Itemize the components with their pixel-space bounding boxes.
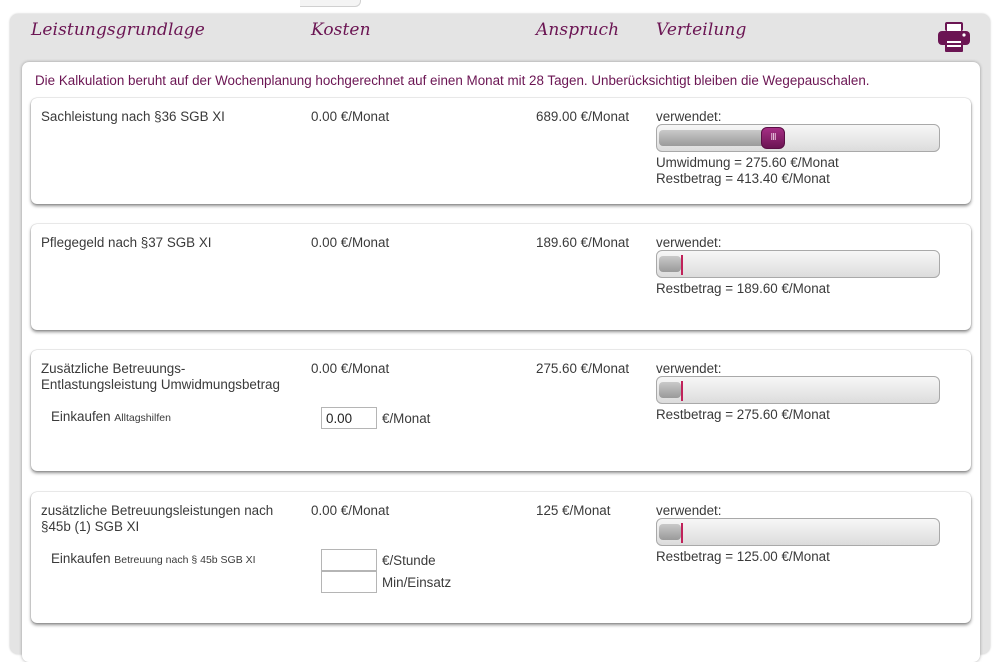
remaining-amount: Restbetrag = 189.60 €/Monat [656, 281, 830, 296]
slider-fill [659, 524, 681, 540]
card-title-line2: §45b (1) SGB XI [41, 519, 140, 534]
distribution-slider[interactable] [656, 250, 940, 278]
header-basis: Leistungsgrundlage [31, 20, 205, 40]
distribution-slider[interactable] [656, 518, 940, 546]
slider-fill [659, 130, 773, 146]
used-label: verwendet: [656, 109, 722, 124]
service-item-label: Einkaufen Alltagshilfen [51, 409, 171, 426]
card-title-line2: Entlastungsleistung Umwidmungsbetrag [41, 377, 280, 392]
used-label: verwendet: [656, 503, 722, 518]
slider-handle[interactable] [681, 381, 683, 401]
service-item-category: Alltagshilfen [114, 412, 171, 424]
service-item-name: Einkaufen [51, 551, 111, 566]
hourly-rate-input[interactable] [321, 549, 377, 571]
calculation-info: Die Kalkulation beruht auf der Wochenpla… [35, 73, 870, 88]
slider-handle[interactable]: III [761, 127, 785, 149]
header-distribution: Verteilung [656, 20, 747, 40]
distribution-slider[interactable]: III [656, 124, 940, 152]
service-item-name: Einkaufen [51, 409, 111, 424]
minutes-per-visit-input[interactable] [321, 571, 377, 593]
service-item-category: Betreuung nach § 45b SGB XI [114, 554, 256, 566]
card-title-line1: zusätzliche Betreuungsleistungen nach [41, 503, 274, 518]
distribution-slider[interactable] [656, 376, 940, 404]
printer-icon [938, 22, 970, 52]
card-claim: 275.60 €/Monat [536, 361, 630, 376]
card-cost: 0.00 €/Monat [311, 503, 390, 518]
card-title: Sachleistung nach §36 SGB XI [41, 109, 225, 124]
hourly-rate-unit: €/Stunde [382, 553, 436, 568]
card-cost: 0.00 €/Monat [311, 109, 390, 124]
conversion-amount: Umwidmung = 275.60 €/Monat [656, 155, 839, 170]
used-label: verwendet: [656, 361, 722, 376]
slider-handle[interactable] [681, 255, 683, 275]
monthly-unit: €/Monat [382, 411, 431, 426]
used-label: verwendet: [656, 235, 722, 250]
card-claim: 689.00 €/Monat [536, 109, 630, 124]
slider-fill [659, 256, 681, 272]
remaining-amount: Restbetrag = 413.40 €/Monat [656, 171, 830, 186]
card-cost: 0.00 €/Monat [311, 361, 390, 376]
card-title-line1: Zusätzliche Betreuungs- [41, 361, 186, 376]
header-claim: Anspruch [536, 20, 620, 40]
minutes-per-visit-unit: Min/Einsatz [382, 575, 452, 590]
print-button[interactable] [937, 20, 971, 54]
slider-fill [659, 382, 681, 398]
card-title: Pflegegeld nach §37 SGB XI [41, 235, 212, 250]
remaining-amount: Restbetrag = 125.00 €/Monat [656, 549, 830, 564]
header-costs: Kosten [311, 20, 371, 40]
card-claim: 125 €/Monat [536, 503, 611, 518]
service-item-label: Einkaufen Betreuung nach § 45b SGB XI [51, 551, 256, 568]
card-claim: 189.60 €/Monat [536, 235, 630, 250]
top-tab-edge [300, 0, 361, 7]
monthly-amount-input[interactable] [321, 407, 377, 429]
card-cost: 0.00 €/Monat [311, 235, 390, 250]
remaining-amount: Restbetrag = 275.60 €/Monat [656, 407, 830, 422]
slider-handle[interactable] [681, 523, 683, 543]
